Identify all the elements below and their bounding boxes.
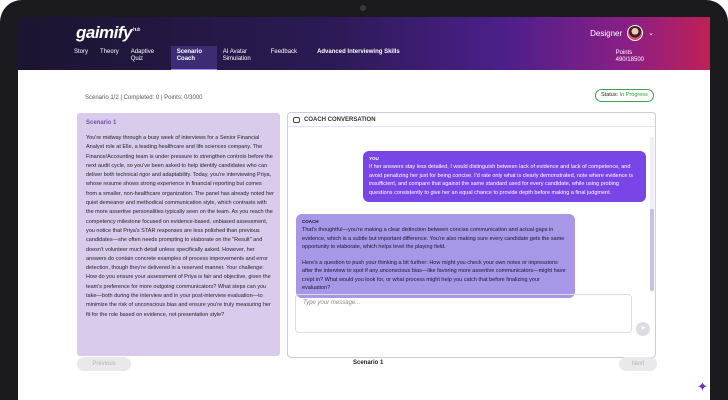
laptop-frame: gaimifyhub Designer ⌄ Story Theory Adapt… [0,0,728,400]
skill-title: Advanced Interviewing Skills [317,49,400,55]
message-input[interactable]: Type your message... [295,294,632,333]
tab-theory[interactable]: Theory [94,46,125,70]
user-name: Designer [590,28,623,38]
tab-label: Feedback [270,49,298,55]
message-role: COACH [302,219,319,224]
scenario-panel: Scenario 1 You're midway through a busy … [77,113,280,356]
tab-label: Theory [100,49,119,55]
tab-scenario-coach[interactable]: Scenario Coach [170,46,217,70]
chevron-down-icon: ⌄ [648,30,654,37]
status-badge: Status: In Progress [595,89,654,102]
chat-header: COACH CONVERSATION [288,113,655,127]
scenario-text: You're midway through a busy week of int… [86,135,274,318]
previous-button[interactable]: Previous [77,357,131,371]
next-button[interactable]: Next [619,357,657,371]
points-display: Points 490/18500 [616,50,644,64]
message-text: That's thoughtful—you're making a clear … [302,227,565,250]
chat-scrollbar-thumb[interactable] [650,209,654,291]
user-menu[interactable]: Designer ⌄ [590,25,654,41]
app-screen: gaimifyhub Designer ⌄ Story Theory Adapt… [18,17,710,400]
sparkle-icon[interactable]: ✦ [697,379,708,395]
tab-label: Scenario Coach [176,49,203,62]
tab-label: Adaptive Quiz [130,49,155,62]
logo-text: gaimify [76,23,133,42]
user-message: YOU If her answers stay less detailed, I… [363,151,646,202]
status-value: In Progress [619,92,648,98]
tab-feedback[interactable]: Feedback [265,46,303,70]
coach-conversation-panel: COACH CONVERSATION YOU If her answers st… [287,112,656,358]
logo-sub: hub [133,27,140,34]
top-navigation: gaimifyhub Designer ⌄ Story Theory Adapt… [18,17,710,70]
tab-label: AI Avatar Simulation [222,49,251,62]
tab-ai-avatar-simulation[interactable]: AI Avatar Simulation [217,46,265,70]
progress-summary: Scenario 1/2 | Completed: 0 | Points: 0/… [85,95,203,101]
status-label: Status: [601,92,620,98]
tab-label: Story [74,49,89,55]
tab-story[interactable]: Story [68,46,94,70]
camera-dot [360,5,366,11]
message-text: If her answers stay less detailed, I wou… [369,164,633,196]
send-button[interactable]: ➤ [636,322,650,336]
points-value: 490/18500 [615,57,644,63]
chat-bubble-icon [293,117,300,123]
coach-message: COACH That's thoughtful—you're making a … [296,214,575,298]
scenario-navigation: Previous Scenario 1 Next [77,357,657,377]
scenario-title: Scenario 1 [86,120,117,126]
avatar [627,25,644,41]
chat-messages: YOU If her answers stay less detailed, I… [288,128,650,298]
send-icon: ➤ [640,325,646,332]
message-role: YOU [369,156,379,161]
points-label: Points [615,50,633,56]
message-text: Here's a question to push your thinking … [302,259,566,292]
app-logo[interactable]: gaimifyhub [76,23,140,43]
tab-adaptive-quiz[interactable]: Adaptive Quiz [125,46,171,70]
scenario-indicator: Scenario 1 [353,360,384,366]
chat-header-title: COACH CONVERSATION [304,117,376,123]
module-tabs: Story Theory Adaptive Quiz Scenario Coac… [68,46,406,70]
